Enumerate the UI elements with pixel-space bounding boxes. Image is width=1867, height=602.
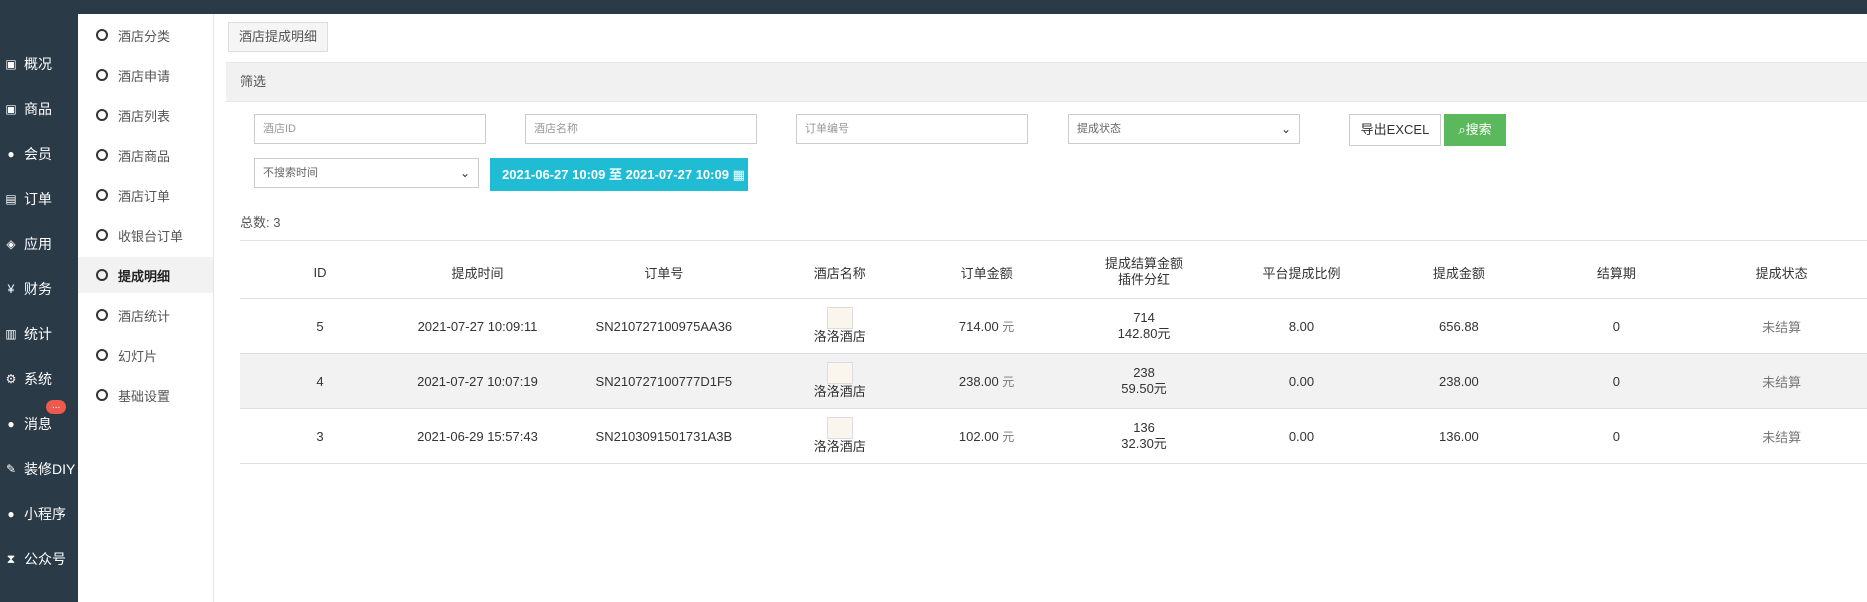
hotel-logo <box>826 307 853 329</box>
yen-icon: ¥ <box>7 282 15 296</box>
circle-icon <box>96 69 108 81</box>
time-select-value: 不搜索时间 <box>263 167 318 179</box>
status-select[interactable]: 提成状态 ⌄ <box>1068 114 1300 144</box>
col-order: 订单号 <box>554 246 773 299</box>
sub-nav: 酒店分类 酒店申请 酒店列表 酒店商品 酒店订单 收银台订单 提成明细 酒店统计… <box>78 14 214 602</box>
subnav-hotel-category[interactable]: 酒店分类 <box>78 17 213 53</box>
top-bar <box>0 0 1867 14</box>
status-text: 未结算 <box>1696 298 1867 354</box>
subnav-commission-detail[interactable]: 提成明细 <box>78 257 213 293</box>
cart-icon: ▤ <box>5 192 17 206</box>
subnav-hotel-orders[interactable]: 酒店订单 <box>78 177 213 213</box>
subnav-hotel-apply[interactable]: 酒店申请 <box>78 57 213 93</box>
nav-item-messages[interactable]: ● 消息 <box>0 406 78 442</box>
subnav-hotel-goods[interactable]: 酒店商品 <box>78 137 213 173</box>
col-hotel: 酒店名称 <box>772 246 907 299</box>
date-range-picker[interactable]: 2021-06-27 10:09 至 2021-07-27 10:09 ▦ <box>490 158 748 191</box>
hotel-logo <box>826 417 853 439</box>
circle-icon <box>96 109 108 121</box>
chevron-down-icon: ⌄ <box>1280 122 1291 136</box>
hourglass-icon: ⧗ <box>6 551 16 566</box>
col-status: 提成状态 <box>1696 246 1867 299</box>
table-row: 5 2021-07-27 10:09:11 SN210727100975AA36… <box>240 298 1867 354</box>
circle-icon <box>96 189 108 201</box>
main-content: 酒店提成明细 筛选 酒店ID 酒店名称 订单编号 提成状态 ⌄ 导出EXCEL … <box>214 14 1867 602</box>
nav-item-official-account[interactable]: ⧗ 公众号 <box>0 541 78 577</box>
nav-item-system[interactable]: ⚙ 系统 <box>0 361 78 397</box>
chat-icon: ● <box>7 417 15 431</box>
nav-item-stats[interactable]: ▥ 统计 <box>0 316 78 352</box>
left-nav: ▣ 概况 ▣ 商品 ● 会员 ▤ 订单 ◈ 应用 ¥ 财务 ▥ 统计 ⚙ 系统 … <box>0 0 78 602</box>
order-no-input[interactable]: 订单编号 <box>796 114 1028 144</box>
nav-item-orders[interactable]: ▤ 订单 <box>0 181 78 217</box>
wechat-icon: ● <box>7 507 15 521</box>
subnav-hotel-stats[interactable]: 酒店统计 <box>78 297 213 333</box>
cubes-icon: ◈ <box>6 237 16 251</box>
circle-icon <box>96 389 108 401</box>
box-icon: ▣ <box>5 102 17 116</box>
calendar-icon: ▦ <box>732 167 745 182</box>
table-row: 3 2021-06-29 15:57:43 SN2103091501731A3B… <box>240 408 1867 464</box>
status-text: 未结算 <box>1696 408 1867 464</box>
cogs-icon: ⚙ <box>5 372 17 386</box>
nav-item-apps[interactable]: ◈ 应用 <box>0 226 78 262</box>
commission-table: ID 提成时间 订单号 酒店名称 订单金额 提成结算金额 插件分红 平台提成比例… <box>240 246 1867 464</box>
wrench-icon: ✎ <box>5 462 17 476</box>
message-badge: ... <box>46 400 67 414</box>
nav-item-diy[interactable]: ✎ 装修DIY <box>0 451 78 487</box>
divider <box>240 240 1867 241</box>
date-range-value: 2021-06-27 10:09 至 2021-07-27 10:09 <box>502 167 729 182</box>
col-period: 结算期 <box>1536 246 1697 299</box>
col-ratio: 平台提成比例 <box>1221 246 1382 299</box>
nav-item-miniprogram[interactable]: ● 小程序 <box>0 496 78 532</box>
col-settle: 提成结算金额 插件分红 <box>1066 246 1222 299</box>
hotel-id-input[interactable]: 酒店ID <box>254 114 486 144</box>
circle-icon <box>96 229 108 241</box>
filter-title: 筛选 <box>240 74 267 89</box>
dashboard-icon: ▣ <box>5 57 17 71</box>
col-commission: 提成金额 <box>1381 246 1537 299</box>
chevron-down-icon: ⌄ <box>459 166 470 180</box>
circle-icon <box>96 29 108 41</box>
hotel-logo <box>826 362 853 384</box>
tab-commission-detail[interactable]: 酒店提成明细 <box>228 22 329 52</box>
subnav-basic-settings[interactable]: 基础设置 <box>78 377 213 413</box>
subnav-cashier-orders[interactable]: 收银台订单 <box>78 217 213 253</box>
nav-item-finance[interactable]: ¥ 财务 <box>0 271 78 307</box>
total-count: 总数: 3 <box>240 215 281 230</box>
status-text: 未结算 <box>1696 353 1867 409</box>
hotel-name-input[interactable]: 酒店名称 <box>525 114 757 144</box>
time-select[interactable]: 不搜索时间 ⌄ <box>254 158 479 188</box>
export-excel-button[interactable]: 导出EXCEL <box>1349 114 1441 146</box>
search-icon: ⌕ <box>1458 122 1466 137</box>
table-row: 4 2021-07-27 10:07:19 SN210727100777D1F5… <box>240 353 1867 409</box>
bar-chart-icon: ▥ <box>5 327 17 341</box>
users-icon: ● <box>7 147 15 161</box>
subnav-hotel-list[interactable]: 酒店列表 <box>78 97 213 133</box>
nav-item-overview[interactable]: ▣ 概况 <box>0 46 78 82</box>
filter-header: 筛选 <box>226 62 1867 102</box>
nav-item-goods[interactable]: ▣ 商品 <box>0 91 78 127</box>
circle-icon <box>96 309 108 321</box>
circle-icon <box>96 349 108 361</box>
subnav-slides[interactable]: 幻灯片 <box>78 337 213 373</box>
circle-icon <box>96 269 108 281</box>
nav-item-members[interactable]: ● 会员 <box>0 136 78 172</box>
col-amount: 订单金额 <box>906 246 1067 299</box>
col-id: ID <box>240 246 401 299</box>
table-header-row: ID 提成时间 订单号 酒店名称 订单金额 提成结算金额 插件分红 平台提成比例… <box>240 246 1867 299</box>
circle-icon <box>96 149 108 161</box>
col-time: 提成时间 <box>400 246 555 299</box>
status-select-value: 提成状态 <box>1077 123 1121 135</box>
search-button[interactable]: ⌕搜索 <box>1444 114 1506 146</box>
